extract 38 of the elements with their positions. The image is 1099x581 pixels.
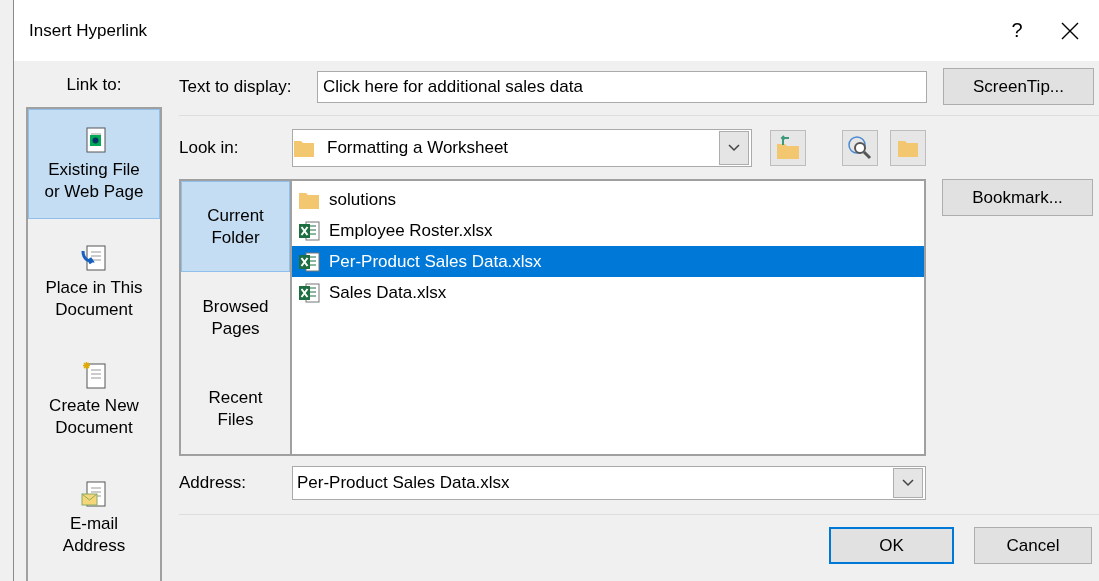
text-to-display-label: Text to display: bbox=[179, 76, 293, 97]
link-type-option[interactable]: Existing File or Web Page bbox=[28, 109, 160, 219]
spreadsheet-icon bbox=[298, 250, 320, 273]
browse-web-button[interactable] bbox=[842, 130, 878, 166]
cancel-button[interactable]: Cancel bbox=[974, 527, 1092, 564]
chevron-down-icon bbox=[902, 479, 914, 487]
address-label: Address: bbox=[179, 473, 248, 493]
link-type-option[interactable]: Place in This Document bbox=[28, 227, 160, 337]
text-to-display-field[interactable]: Click here for additional sales data bbox=[317, 70, 927, 103]
folder-icon bbox=[897, 138, 919, 158]
link-type-option[interactable]: E-mail Address bbox=[28, 463, 160, 573]
folder-icon bbox=[293, 138, 315, 158]
ok-button[interactable]: OK bbox=[829, 527, 954, 564]
file-list-item[interactable]: solutions bbox=[292, 184, 924, 215]
chevron-down-icon bbox=[728, 144, 740, 152]
address-dropdown[interactable]: Per-Product Sales Data.xlsx bbox=[292, 466, 926, 500]
globe-search-icon bbox=[847, 135, 873, 161]
folder-up-icon bbox=[775, 135, 801, 161]
document-arrow-icon bbox=[79, 243, 109, 273]
window-title: Insert Hyperlink bbox=[29, 20, 149, 41]
browse-nav-tab[interactable]: Browsed Pages bbox=[181, 272, 290, 363]
up-folder-button[interactable] bbox=[770, 130, 806, 166]
spreadsheet-icon bbox=[298, 281, 320, 304]
bookmark-button[interactable]: Bookmark... bbox=[942, 179, 1093, 216]
look-in-dropdown[interactable]: Formatting a Worksheet bbox=[292, 129, 752, 167]
spreadsheet-icon bbox=[298, 219, 320, 242]
file-list-item[interactable]: Sales Data.xlsx bbox=[292, 277, 924, 308]
close-icon[interactable] bbox=[1061, 21, 1079, 40]
help-button[interactable]: ? bbox=[987, 19, 1047, 42]
browse-nav-tab[interactable]: Recent Files bbox=[181, 363, 290, 454]
screentip-button[interactable]: ScreenTip... bbox=[943, 68, 1094, 105]
file-list-item[interactable]: Per-Product Sales Data.xlsx bbox=[292, 246, 924, 277]
link-type-option[interactable]: Create New Document bbox=[28, 345, 160, 455]
link-to-label: Link to: bbox=[65, 74, 123, 96]
file-list-item[interactable]: Employee Roster.xlsx bbox=[292, 215, 924, 246]
look-in-label: Look in: bbox=[179, 138, 240, 158]
browse-nav-tab[interactable]: Current Folder bbox=[181, 181, 290, 272]
envelope-document-icon bbox=[79, 479, 109, 509]
